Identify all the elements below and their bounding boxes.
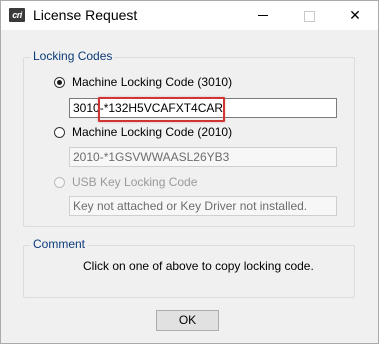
radio-label-usb-key: USB Key Locking Code <box>72 175 198 189</box>
title-bar[interactable]: cri License Request ✕ <box>1 1 378 30</box>
comment-label: Comment <box>31 237 88 251</box>
comment-text: Click on one of above to copy locking co… <box>83 259 314 273</box>
close-icon: ✕ <box>349 7 361 23</box>
window-title: License Request <box>33 7 138 23</box>
highlight-annotation <box>98 97 225 122</box>
maximize-icon <box>304 11 315 22</box>
radio-machine-2010[interactable] <box>54 127 65 138</box>
radio-label-machine-3010[interactable]: Machine Locking Code (3010) <box>72 75 232 89</box>
ok-button[interactable]: OK <box>156 310 219 331</box>
locking-code-2010-field[interactable]: 2010-*1GSVWWAASL26YB3 <box>69 147 337 167</box>
minimize-icon <box>258 15 268 16</box>
radio-usb-key <box>54 177 65 188</box>
app-icon: cri <box>9 8 25 22</box>
license-request-dialog: cri License Request ✕ Locking Codes Mach… <box>0 0 379 344</box>
minimize-button[interactable] <box>240 1 286 30</box>
locking-codes-label: Locking Codes <box>31 49 115 63</box>
usb-key-code-field: Key not attached or Key Driver not insta… <box>69 196 337 216</box>
close-button[interactable]: ✕ <box>332 1 378 30</box>
radio-machine-3010[interactable] <box>54 77 65 88</box>
radio-label-machine-2010[interactable]: Machine Locking Code (2010) <box>72 125 232 139</box>
maximize-button <box>286 1 332 30</box>
